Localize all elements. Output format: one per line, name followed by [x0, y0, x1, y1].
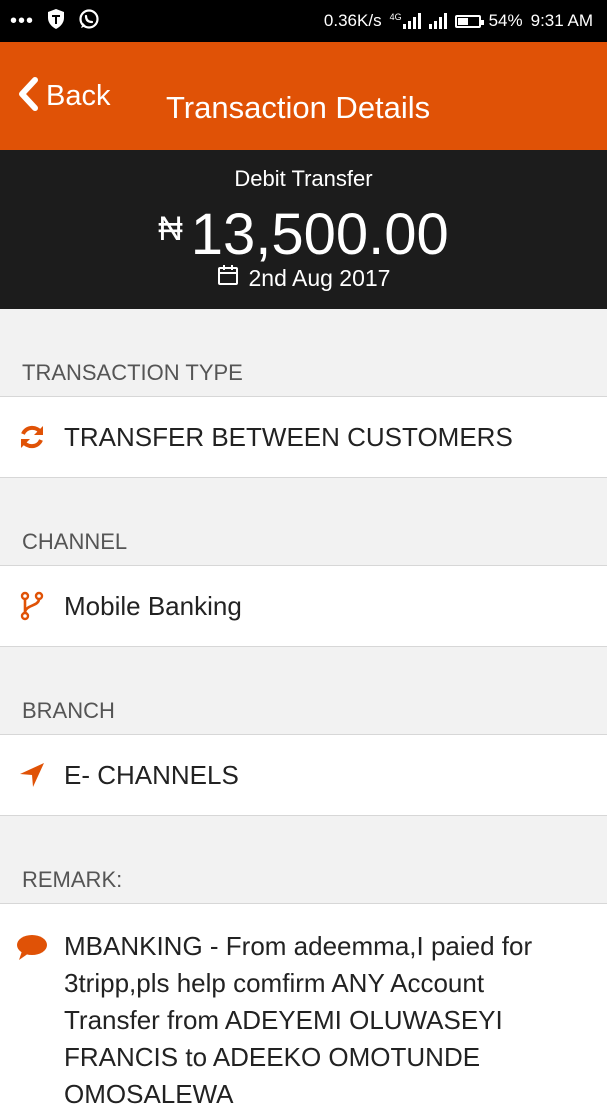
battery-icon	[454, 14, 484, 28]
refresh-icon	[0, 422, 64, 452]
transaction-summary: Debit Transfer ₦ 13,500.00 2nd Aug 2017	[0, 150, 607, 309]
transaction-type-row: TRANSFER BETWEEN CUSTOMERS	[0, 397, 607, 478]
app-bar: Back Transaction Details	[0, 42, 607, 150]
remark-value: MBANKING - From adeemma,I paied for 3tri…	[64, 931, 533, 1109]
page-title: Transaction Details	[166, 90, 431, 125]
amount-value: 13,500.00	[190, 202, 449, 267]
date-value: 2nd Aug 2017	[248, 264, 391, 291]
network-speed: 0.36K/s	[323, 11, 382, 30]
section-header-remark: REMARK:	[0, 816, 607, 904]
back-label: Back	[46, 79, 111, 112]
whatsapp-icon	[78, 8, 100, 35]
chevron-left-icon	[16, 76, 40, 117]
shield-vpn-icon	[46, 8, 66, 35]
currency-symbol: ₦	[158, 210, 183, 248]
clock: 9:31 AM	[530, 11, 593, 30]
code-fork-icon	[0, 591, 64, 621]
branch-value: E- CHANNELS	[64, 759, 239, 790]
channel-row: Mobile Banking	[0, 566, 607, 647]
transaction-type-value: TRANSFER BETWEEN CUSTOMERS	[64, 421, 513, 452]
signal-icon	[428, 13, 447, 29]
section-header-channel: CHANNEL	[0, 478, 607, 566]
remark-row: MBANKING - From adeemma,I paied for 3tri…	[0, 904, 607, 1113]
status-bar: ••• 0.36K/s 4G 54% 9:31 AM	[0, 0, 607, 42]
back-button[interactable]: Back	[16, 42, 110, 150]
more-dots-icon: •••	[10, 10, 35, 32]
branch-row: E- CHANNELS	[0, 735, 607, 816]
transaction-date: 2nd Aug 2017	[0, 264, 607, 292]
battery-percent: 54%	[488, 11, 523, 30]
channel-value: Mobile Banking	[64, 590, 242, 621]
comment-icon	[0, 928, 64, 962]
section-header-branch: BRANCH	[0, 647, 607, 735]
transaction-type-label: Debit Transfer	[234, 166, 373, 191]
transaction-details: TRANSACTION TYPE TRANSFER BETWEEN CUSTOM…	[0, 309, 607, 1113]
signal-4g-icon: 4G	[390, 13, 421, 29]
location-arrow-icon	[0, 760, 64, 790]
calendar-icon	[217, 264, 239, 292]
section-header-transaction-type: TRANSACTION TYPE	[0, 309, 607, 397]
transaction-amount: ₦ 13,500.00	[0, 194, 607, 270]
